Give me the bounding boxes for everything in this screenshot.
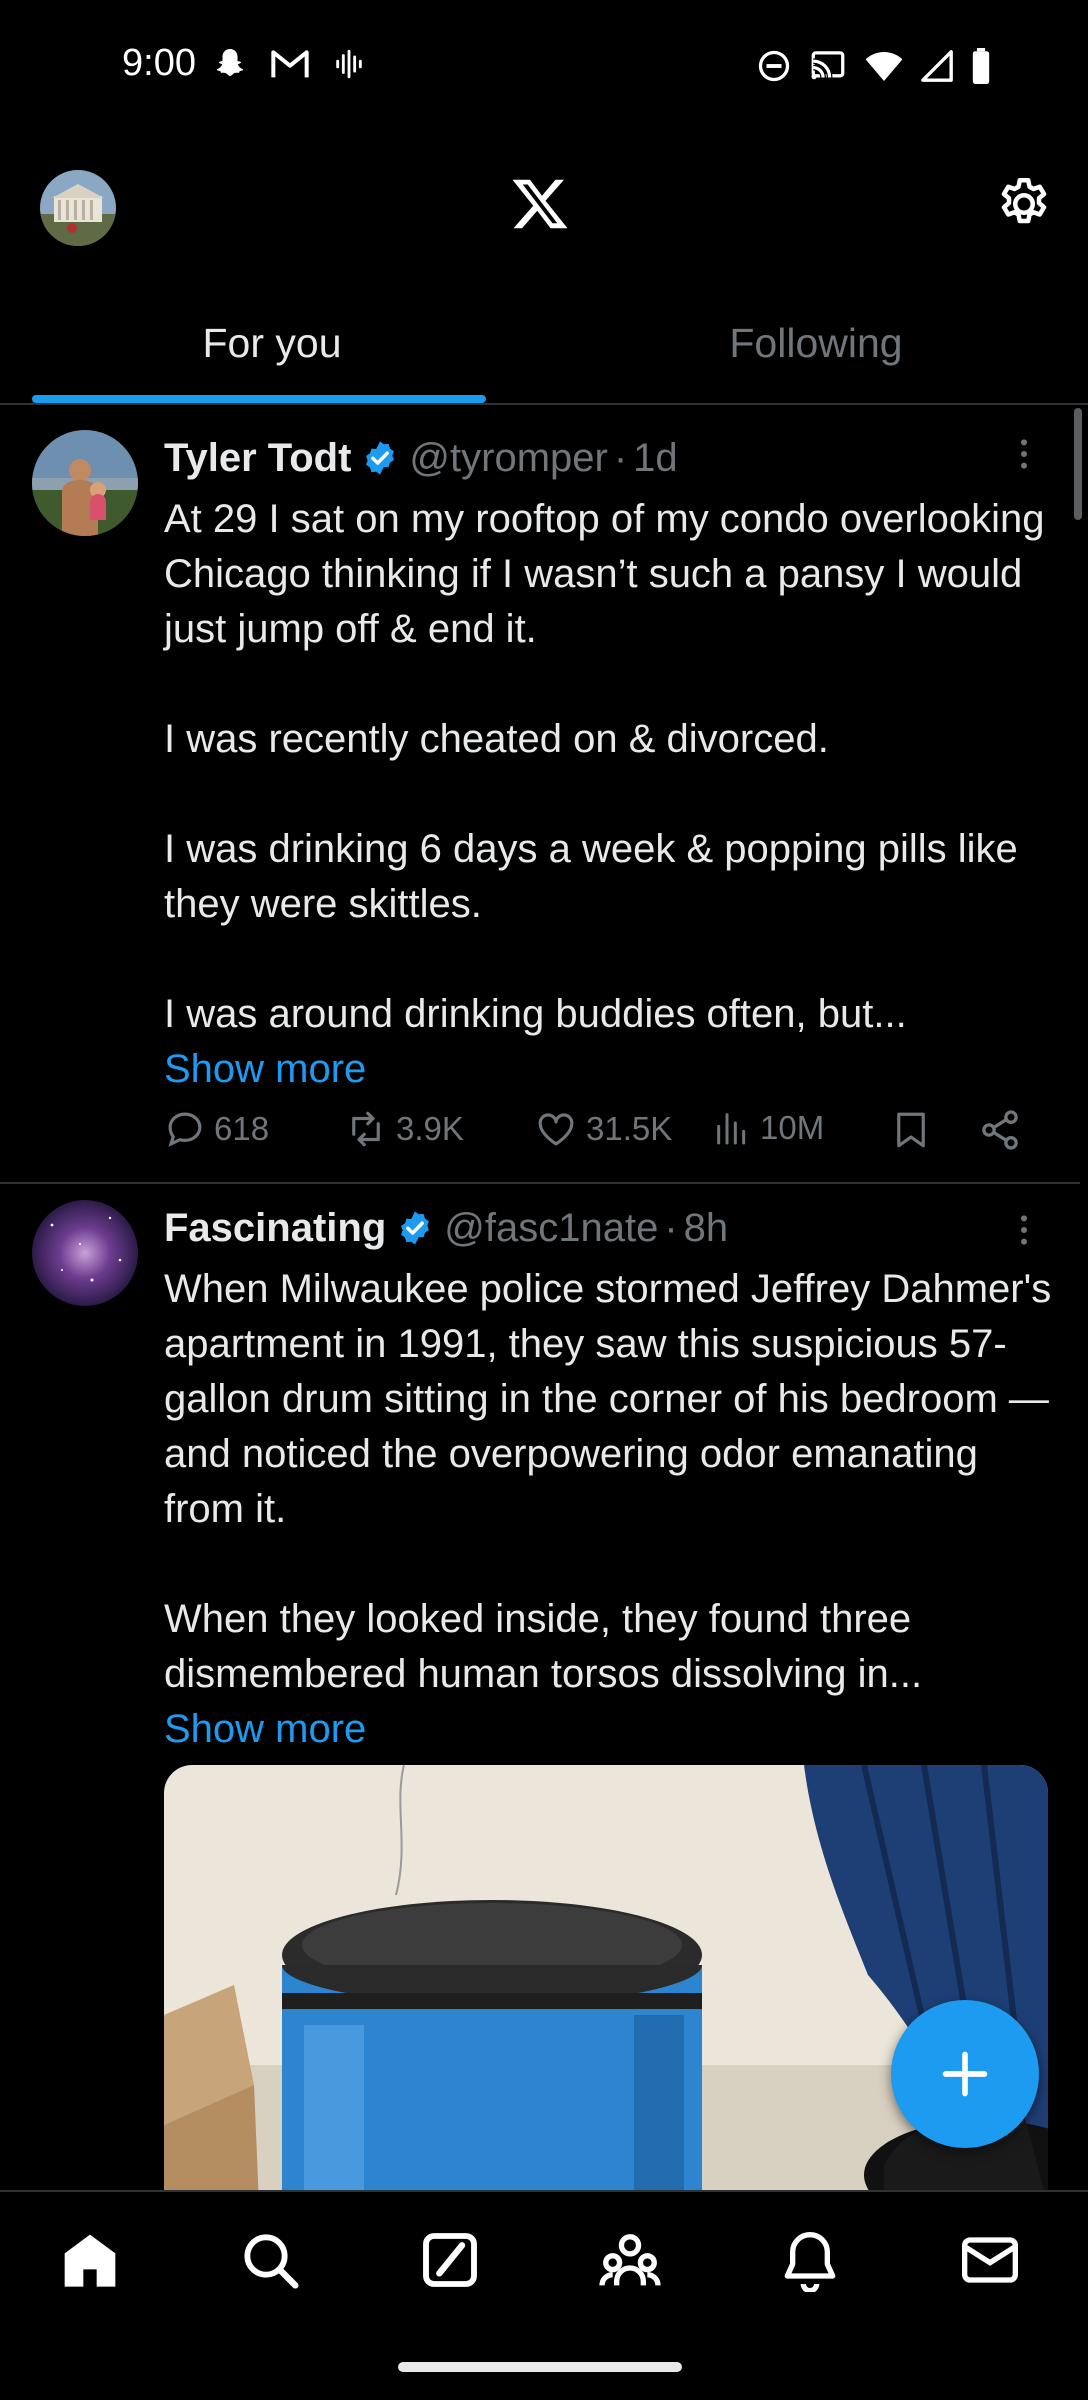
battery-icon <box>972 48 990 84</box>
wifi-icon <box>865 52 903 81</box>
tweet-age[interactable]: 8h <box>684 1206 729 1251</box>
tab-label: For you <box>202 320 342 366</box>
repost-count: 3.9K <box>396 1110 464 1147</box>
more-options-icon[interactable] <box>1004 434 1044 474</box>
more-options-icon[interactable] <box>1004 1210 1044 1250</box>
show-more-link[interactable]: Show more <box>164 1702 1054 1757</box>
like-button[interactable]: 31.5K <box>534 1108 672 1150</box>
tweet-text[interactable]: When Milwaukee police stormed Jeffrey Da… <box>164 1262 1054 1702</box>
tweet-paragraph: I was recently cheated on & divorced. <box>164 717 829 761</box>
bookmark-button[interactable] <box>890 1108 932 1152</box>
tweet-text[interactable]: At 29 I sat on my rooftop of my condo ov… <box>164 492 1054 1042</box>
author-avatar[interactable] <box>32 430 138 536</box>
top-app-bar <box>0 160 1088 260</box>
repost-button[interactable]: 3.9K <box>344 1108 464 1150</box>
author-name[interactable]: Tyler Todt <box>164 436 351 481</box>
reply-button[interactable]: 618 <box>164 1108 269 1150</box>
voicemail-icon <box>336 49 362 79</box>
heart-icon <box>538 1113 574 1146</box>
gesture-home-bar[interactable] <box>398 2362 682 2372</box>
tab-for-you[interactable]: For you <box>0 300 544 403</box>
verified-badge-icon <box>366 441 395 475</box>
reply-count: 618 <box>214 1110 270 1147</box>
scrollbar[interactable] <box>1074 408 1082 520</box>
signal-icon <box>921 50 953 82</box>
profile-avatar[interactable] <box>40 170 116 246</box>
tweet-divider <box>0 1182 1080 1184</box>
author-handle[interactable]: @tyromper <box>409 436 607 481</box>
tweet-paragraph: I was drinking 6 days a week & popping p… <box>164 827 1018 926</box>
author-avatar[interactable] <box>32 1200 138 1306</box>
verified-badge-icon <box>401 1211 430 1245</box>
tweet-paragraph: When they looked inside, they found thre… <box>164 1597 923 1696</box>
tweet-paragraph: I was around drinking buddies often, but… <box>164 992 907 1036</box>
x-logo-icon[interactable] <box>510 174 570 234</box>
cast-icon <box>811 51 845 80</box>
tweet-paragraph: When Milwaukee police stormed Jeffrey Da… <box>164 1267 1052 1531</box>
settings-gear-icon[interactable] <box>994 174 1054 234</box>
author-handle[interactable]: @fasc1nate <box>444 1206 658 1251</box>
communities-icon[interactable] <box>598 2228 662 2292</box>
tab-label: Following <box>729 320 903 366</box>
tab-following[interactable]: Following <box>544 300 1088 403</box>
messages-icon[interactable] <box>958 2228 1022 2292</box>
search-icon[interactable] <box>238 2228 302 2292</box>
home-icon[interactable] <box>58 2228 122 2292</box>
author-name[interactable]: Fascinating <box>164 1206 386 1251</box>
share-button[interactable] <box>978 1108 1022 1152</box>
views-chart-icon <box>717 1113 746 1145</box>
view-count: 10M <box>760 1109 825 1146</box>
bookmark-icon <box>897 1112 925 1148</box>
tweet-header: Fascinating @fasc1nate · 8h <box>164 1200 1054 1256</box>
repost-icon <box>352 1111 380 1147</box>
compose-post-button[interactable] <box>891 2000 1039 2148</box>
reply-icon <box>168 1112 202 1147</box>
gmail-icon <box>271 50 309 78</box>
plus-icon <box>942 2051 988 2097</box>
snapchat-icon <box>216 49 244 76</box>
tweet-media-image[interactable] <box>164 1765 1048 2205</box>
separator-dot: · <box>613 435 628 480</box>
tweet-paragraph: At 29 I sat on my rooftop of my condo ov… <box>164 497 1045 651</box>
separator-dot: · <box>664 1205 678 1250</box>
like-count: 31.5K <box>586 1110 673 1147</box>
status-time: 9:00 <box>122 42 196 84</box>
views-button[interactable]: 10M <box>712 1108 824 1148</box>
tweet-header: Tyler Todt @tyromper · 1d <box>164 430 1054 486</box>
status-bar: 9:00 <box>0 0 1088 135</box>
show-more-link[interactable]: Show more <box>164 1042 1054 1097</box>
dnd-icon <box>758 50 790 82</box>
tweet-age[interactable]: 1d <box>633 436 678 481</box>
notifications-icon[interactable] <box>778 2228 842 2292</box>
grok-icon[interactable] <box>418 2228 482 2292</box>
share-icon <box>982 1110 1018 1150</box>
timeline-tabs: For you Following <box>0 300 1088 405</box>
